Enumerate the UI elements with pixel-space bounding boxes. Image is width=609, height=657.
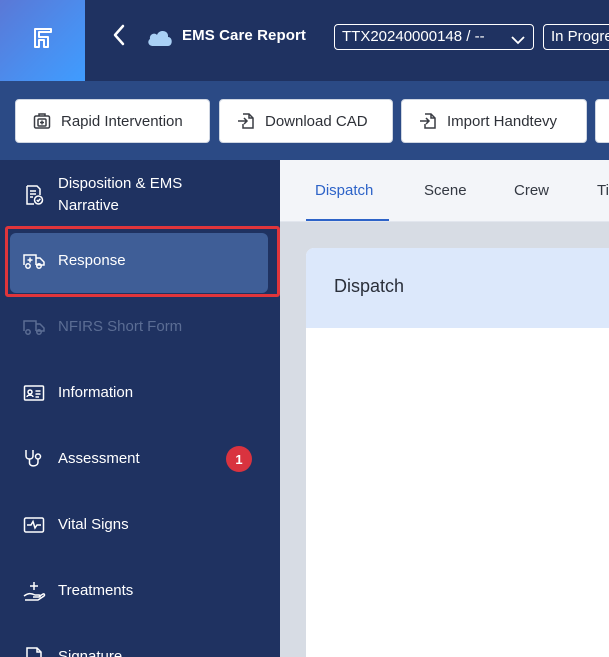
- incident-selector[interactable]: TTX20240000148 / --: [334, 24, 534, 50]
- dispatch-card: Dispatch: [306, 248, 609, 657]
- section-tabs: Dispatch Scene Crew Ti: [280, 160, 609, 222]
- tab-scene[interactable]: Scene: [424, 182, 467, 199]
- import-handtevy-button[interactable]: Import Handtevy: [401, 99, 587, 143]
- active-tab-indicator: [306, 219, 389, 221]
- cloud-icon: [146, 27, 174, 47]
- sidebar-item-label: Information: [58, 384, 134, 401]
- sidebar-item-information[interactable]: Information: [0, 370, 280, 416]
- signature-icon: [22, 645, 46, 657]
- tab-dispatch[interactable]: Dispatch: [315, 182, 373, 199]
- medkit-icon: [32, 111, 52, 131]
- sidebar-item-label: NFIRS Short Form: [58, 318, 183, 335]
- rapid-intervention-button[interactable]: Rapid Intervention: [15, 99, 210, 143]
- truck-icon: [22, 315, 46, 339]
- selection-highlight-frame: [5, 226, 280, 297]
- sidebar-item-vital-signs[interactable]: Vital Signs: [0, 502, 280, 548]
- heartbeat-monitor-icon: [22, 513, 46, 537]
- action-toolbar: Rapid Intervention Download CAD Import H…: [0, 81, 609, 160]
- sidebar: Disposition & EMS Narrative Response NFI…: [0, 160, 280, 657]
- back-button[interactable]: [108, 24, 130, 50]
- more-toolbar-button[interactable]: [595, 99, 609, 143]
- import-icon: [418, 111, 438, 131]
- sidebar-item-label: Vital Signs: [58, 516, 129, 533]
- tab-times[interactable]: Ti: [597, 182, 609, 199]
- sidebar-item-assessment[interactable]: Assessment 1: [0, 436, 280, 482]
- sidebar-item-label: Treatments: [58, 582, 134, 599]
- chevron-down-icon: [511, 32, 525, 49]
- sidebar-item-treatments[interactable]: Treatments: [0, 568, 280, 614]
- app-logo[interactable]: [0, 0, 85, 81]
- app-title: EMS Care Report: [182, 27, 307, 44]
- download-cad-button[interactable]: Download CAD: [219, 99, 393, 143]
- back-arrow-icon: [112, 24, 126, 51]
- sidebar-item-signature[interactable]: Signature: [0, 634, 280, 657]
- top-header: EMS Care Report TTX20240000148 / -- In P…: [0, 0, 609, 81]
- import-icon: [236, 111, 256, 131]
- sidebar-item-label: Signature: [58, 648, 123, 657]
- status-label: In Progress: [551, 28, 609, 45]
- rapid-intervention-label: Rapid Intervention: [61, 112, 183, 130]
- stethoscope-icon: [22, 447, 46, 471]
- id-card-icon: [22, 381, 46, 405]
- tab-crew[interactable]: Crew: [514, 182, 549, 199]
- section-header: Dispatch: [306, 248, 609, 328]
- hand-plus-icon: [22, 579, 46, 603]
- sidebar-item-label: Assessment: [58, 450, 140, 467]
- app-logo-icon: [31, 26, 55, 55]
- import-handtevy-label: Import Handtevy: [447, 112, 558, 130]
- sidebar-item-label: Disposition & EMS Narrative: [58, 175, 183, 214]
- section-title: Dispatch: [334, 276, 405, 296]
- sidebar-item-nfirs-short-form[interactable]: NFIRS Short Form: [0, 304, 280, 350]
- incident-number: TTX20240000148 / --: [342, 28, 485, 45]
- status-badge: In Progress: [543, 24, 609, 50]
- notification-badge: 1: [226, 446, 252, 472]
- download-cad-label: Download CAD: [265, 112, 368, 130]
- sidebar-item-disposition[interactable]: Disposition & EMS Narrative: [0, 172, 280, 218]
- document-check-icon: [22, 183, 46, 207]
